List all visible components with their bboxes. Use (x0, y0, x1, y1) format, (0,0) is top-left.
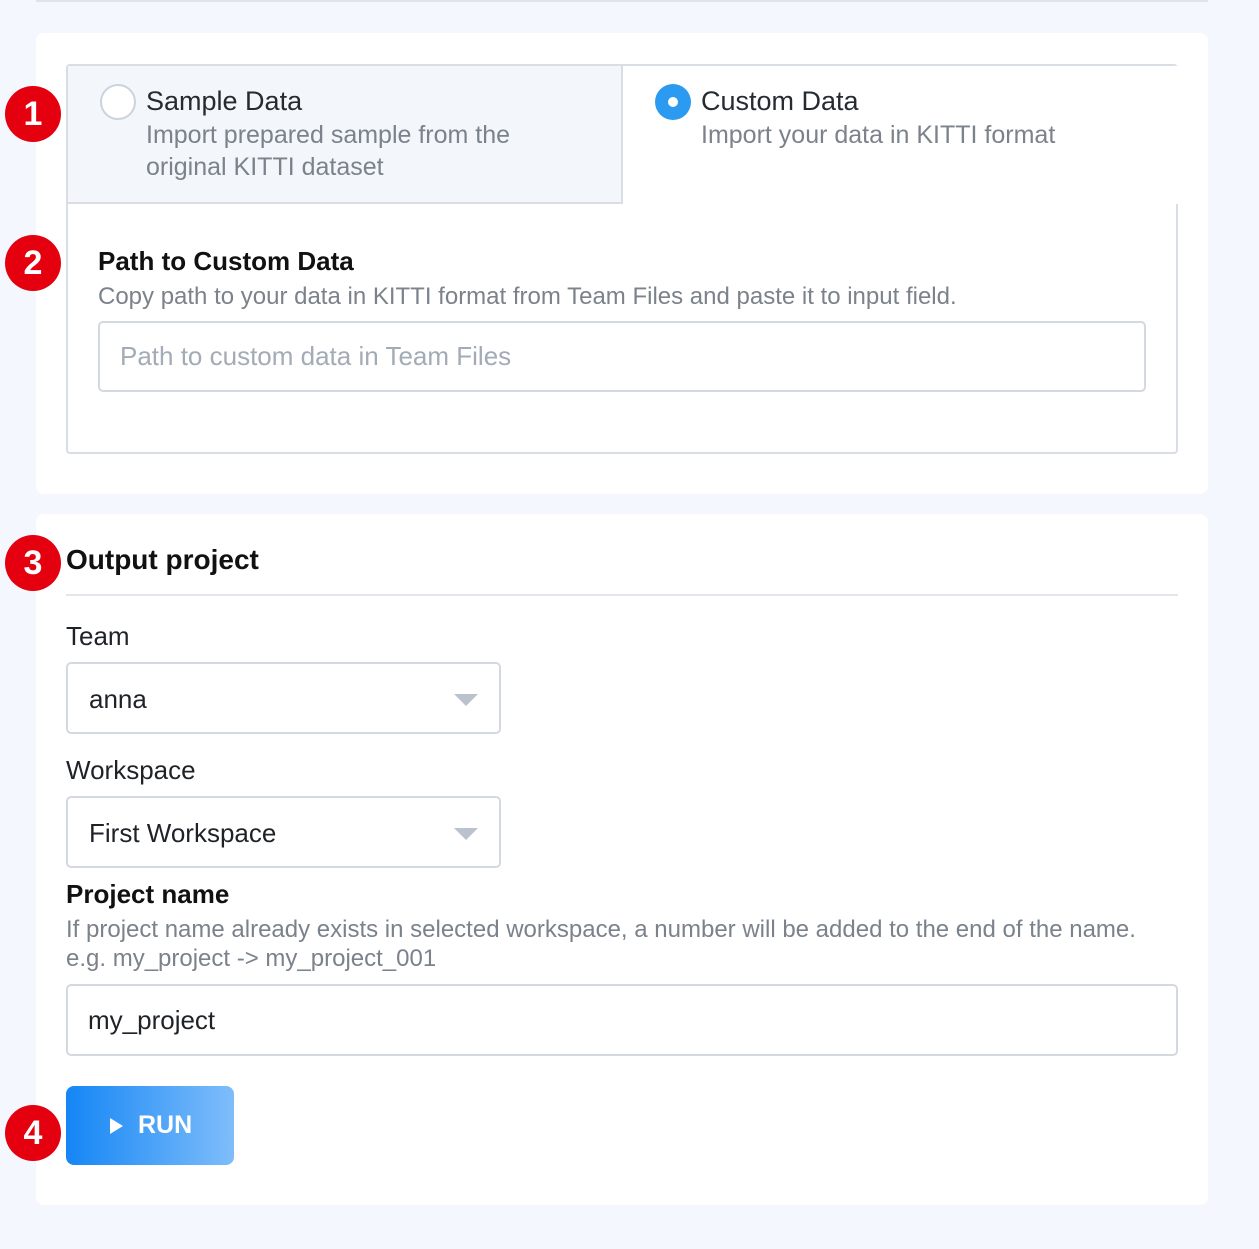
team-label: Team (66, 621, 130, 651)
team-select[interactable]: anna (66, 662, 501, 734)
custom-path-input[interactable] (98, 321, 1146, 392)
sample-data-description: Import prepared sample from the original… (146, 121, 511, 181)
workspace-select[interactable]: First Workspace (66, 796, 501, 868)
workspace-select-value: First Workspace (89, 818, 277, 848)
custom-path-help: Copy path to your data in KITTI format f… (98, 283, 957, 310)
workspace-label: Workspace (66, 755, 196, 785)
chevron-down-icon (454, 828, 478, 840)
tab-sample-data[interactable]: Sample Data Import prepared sample from … (68, 66, 623, 204)
step-marker-3: 3 (5, 535, 61, 591)
data-source-card: Sample Data Import prepared sample from … (36, 33, 1208, 494)
step-marker-2: 2 (5, 235, 61, 291)
custom-data-title: Custom Data (701, 86, 859, 116)
run-button[interactable]: RUN (66, 1086, 234, 1165)
output-project-card: Output project Team anna Workspace First… (36, 514, 1208, 1205)
run-button-label: RUN (138, 1111, 193, 1139)
data-source-tabs: Sample Data Import prepared sample from … (66, 64, 1178, 454)
step-marker-4: 4 (5, 1105, 61, 1161)
custom-data-description: Import your data in KITTI format (701, 121, 1056, 149)
sample-data-radio[interactable] (100, 84, 136, 120)
project-name-input[interactable] (66, 984, 1178, 1056)
output-project-title: Output project (66, 544, 259, 575)
tab-custom-data[interactable]: Custom Data Import your data in KITTI fo… (623, 66, 1178, 204)
team-select-value: anna (89, 684, 147, 714)
custom-path-title: Path to Custom Data (98, 246, 354, 276)
custom-data-radio[interactable] (655, 84, 691, 120)
play-icon (110, 1118, 123, 1134)
output-divider (66, 594, 1178, 596)
project-name-label: Project name (66, 879, 230, 909)
chevron-down-icon (454, 694, 478, 706)
step-marker-1: 1 (5, 86, 61, 142)
project-name-help: If project name already exists in select… (66, 916, 1136, 972)
sample-data-title: Sample Data (146, 86, 303, 116)
top-divider (36, 0, 1208, 2)
